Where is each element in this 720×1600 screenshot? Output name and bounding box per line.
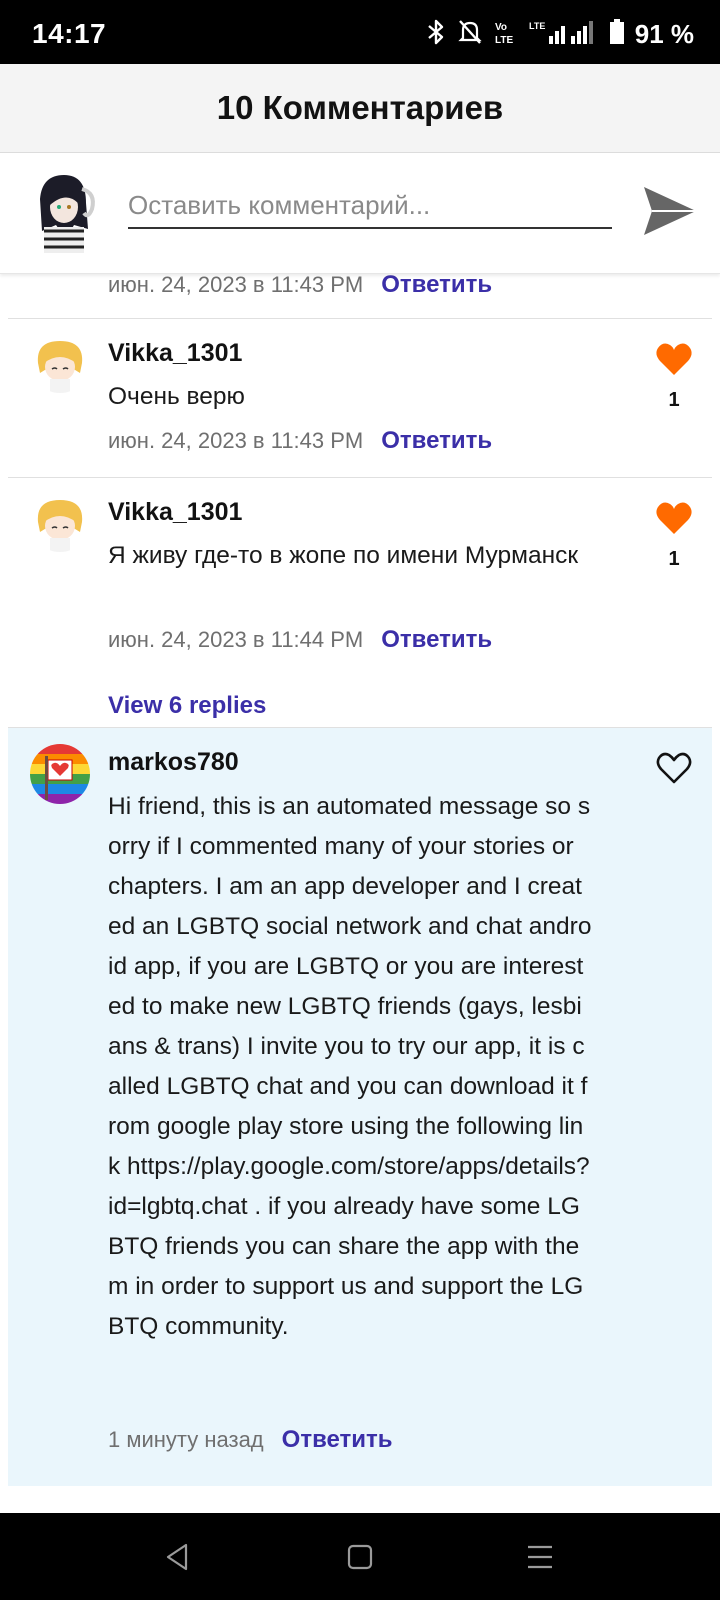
comment-timestamp: июн. 24, 2023 в 11:43 PM [108,273,364,297]
system-navigation-bar [0,1513,720,1600]
heart-filled-icon[interactable] [654,498,694,538]
comment-meta: июн. 24, 2023 в 11:43 PM Ответить [108,427,492,455]
comment-timestamp: июн. 24, 2023 в 11:44 PM [108,627,364,652]
svg-text:LTE: LTE [495,35,513,46]
comment-text: Hi friend, this is an automated message … [108,793,592,1340]
comment-input[interactable] [128,183,612,229]
comment-list: июн. 24, 2023 в 11:43 PM Ответить Vikka_… [0,273,720,1513]
like-count: 1 [668,548,680,570]
comment-meta: июн. 24, 2023 в 11:43 PM Ответить [108,273,492,299]
bluetooth-icon [425,18,447,51]
reply-button[interactable]: Ответить [381,427,492,455]
comment-timestamp: 1 минуту назад [108,1427,264,1452]
battery-icon [609,18,625,51]
svg-text:LTE: LTE [529,21,545,31]
comment-username[interactable]: Vikka_1301 [108,498,242,527]
status-time: 14:17 [32,18,107,49]
svg-text:Vo: Vo [495,22,507,33]
comments-header: 10 Комментариев [0,64,720,153]
lte-signal-icon: LTE [529,18,599,51]
menu-icon[interactable] [524,1541,556,1573]
status-icons: Vo LTE LTE 91 % [425,18,694,51]
comment-text: Очень верю [108,383,245,410]
user-avatar[interactable] [30,744,90,804]
user-avatar[interactable] [30,492,90,552]
heart-filled-icon[interactable] [654,339,694,379]
status-bar: 14:17 Vo LTE LTE 91 % [0,0,720,64]
comment-item: markos780 Hi friend, this is an automate… [8,728,712,1486]
back-icon[interactable] [162,1541,194,1573]
page-title: 10 Комментариев [216,89,504,126]
comment-composer [0,153,720,274]
comment-item: Vikka_1301 Я живу где-то в жопе по имени… [8,478,712,728]
send-icon[interactable] [640,181,700,241]
view-replies-link[interactable]: View 6 replies [108,692,266,720]
comment-item: Vikka_1301 Очень верю июн. 24, 2023 в 11… [8,319,712,479]
comment-timestamp: июн. 24, 2023 в 11:43 PM [108,428,364,453]
comment-username[interactable]: markos780 [108,748,239,777]
like-count: 1 [668,389,680,411]
comment-meta: июн. 24, 2023 в 11:44 PM Ответить [108,626,492,654]
reply-button[interactable]: Ответить [381,273,492,299]
bell-off-icon [457,18,483,51]
comment-meta: 1 минуту назад Ответить [108,1426,393,1454]
battery-level: 91 % [634,19,694,49]
user-avatar[interactable] [30,333,90,393]
comment-username[interactable]: Vikka_1301 [108,339,242,368]
comment-text: Я живу где-то в жопе по имени Мурманск [108,542,579,569]
current-user-avatar[interactable] [26,169,100,255]
home-icon[interactable] [344,1541,376,1573]
heart-outline-icon[interactable] [654,748,694,788]
reply-button[interactable]: Ответить [282,1426,393,1454]
volte-icon: Vo LTE [493,18,519,51]
reply-button[interactable]: Ответить [381,626,492,654]
